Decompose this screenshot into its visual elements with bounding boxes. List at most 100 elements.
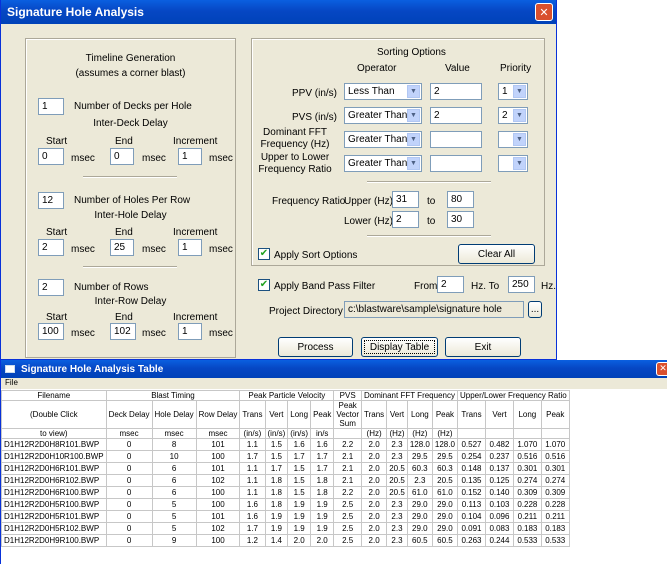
row-increment-input[interactable]: 1 (178, 323, 202, 340)
exit-button[interactable]: Exit (445, 337, 521, 357)
browse-button[interactable]: ... (528, 301, 542, 318)
ratio-value-input[interactable] (430, 155, 482, 172)
filename-cell[interactable]: D1H12R2D0H8R101.BWP (1, 438, 107, 451)
table-row[interactable]: D1H12R2D0H6R102.BWP 0 6 102 1.1 1.8 1.5 1.8 2.1 2… (1, 474, 570, 487)
ratio-operator-select[interactable]: Greater Than ▼ (344, 155, 422, 172)
fft-value-input[interactable] (430, 131, 482, 148)
filename-cell[interactable]: D1H12R2D0H5R101.BWP (1, 510, 107, 523)
display-table-button[interactable]: Display Table (361, 337, 438, 357)
ppv-priority-select[interactable]: 1 ▼ (498, 83, 528, 100)
value-cell: 1.9 (287, 498, 312, 511)
col-ratio-vert: Vert (485, 400, 514, 429)
ratio-priority-select[interactable]: ▼ (498, 155, 528, 172)
holes-per-row-label: Number of Holes Per Row (74, 195, 191, 206)
hole-end-unit: msec (142, 244, 166, 255)
chevron-down-icon[interactable]: ▼ (407, 133, 420, 146)
value-cell: 0.244 (485, 534, 514, 547)
close-icon[interactable]: ✕ (535, 3, 553, 21)
unit-deck: msec (105, 428, 153, 439)
filename-cell[interactable]: D1H12R2D0H10R100.BWP (1, 450, 107, 463)
upper-to-input[interactable]: 80 (447, 191, 474, 208)
upper-from-input[interactable]: 31 (392, 191, 419, 208)
ppv-priority-value: 1 (502, 86, 508, 97)
fft-priority-select[interactable]: ▼ (498, 131, 528, 148)
pvs-value-input[interactable]: 2 (430, 107, 482, 124)
menu-file[interactable]: File (5, 378, 18, 387)
col-fft-peak: Peak (431, 400, 458, 429)
chevron-down-icon[interactable]: ▼ (513, 109, 526, 122)
hole-end-input[interactable]: 25 (110, 239, 134, 256)
fft-operator-select[interactable]: Greater Than ▼ (344, 131, 422, 148)
pvs-priority-select[interactable]: 2 ▼ (498, 107, 528, 124)
deck-start-input[interactable]: 0 (38, 148, 64, 165)
clear-all-button[interactable]: Clear All (458, 244, 535, 264)
hole-start-input[interactable]: 2 (38, 239, 64, 256)
results-table: Filename Blast Timing Peak Particle Velo… (1, 390, 570, 547)
holes-per-row-input[interactable]: 12 (38, 192, 64, 209)
dialog-titlebar[interactable]: Signature Hole Analysis (1, 0, 556, 24)
deck-end-input[interactable]: 0 (110, 148, 134, 165)
table-row[interactable]: D1H12R2D0H5R102.BWP 0 5 102 1.7 1.9 1.9 1.9 2.5 2… (1, 522, 570, 535)
dialog-title: Signature Hole Analysis (7, 5, 144, 19)
apply-sort-checkbox[interactable]: ✔ (258, 248, 270, 260)
value-cell: 29.0 (406, 522, 433, 535)
value-cell: 2.0 (360, 486, 388, 499)
deck-increment-unit: msec (209, 153, 233, 164)
col-pvs: Peak Vector Sum (333, 400, 362, 429)
table-row[interactable]: D1H12R2D0H5R100.BWP 0 5 100 1.6 1.8 1.9 1.9 2.5 2… (1, 498, 570, 511)
col-hole-delay: Hole Delay (151, 400, 197, 429)
row-start-input[interactable]: 100 (38, 323, 64, 340)
divider (83, 176, 177, 178)
inter-deck-delay-title: Inter-Deck Delay (93, 118, 168, 129)
value-cell: 1.5 (264, 438, 289, 451)
ppv-operator-select[interactable]: Less Than ▼ (344, 83, 422, 100)
filename-cell[interactable]: D1H12R2D0H6R100.BWP (1, 486, 107, 499)
chevron-down-icon[interactable]: ▼ (407, 157, 420, 170)
chevron-down-icon[interactable]: ▼ (513, 157, 526, 170)
process-button[interactable]: Process (278, 337, 353, 357)
filename-cell[interactable]: D1H12R2D0H5R100.BWP (1, 498, 107, 511)
chevron-down-icon[interactable]: ▼ (407, 85, 420, 98)
table-row[interactable]: D1H12R2D0H6R100.BWP 0 6 100 1.1 1.8 1.5 1.8 2.2 2… (1, 486, 570, 499)
rows-input[interactable]: 2 (38, 279, 64, 296)
pvs-operator-select[interactable]: Greater Than ▼ (344, 107, 422, 124)
filename-cell[interactable]: D1H12R2D0H6R101.BWP (1, 462, 107, 475)
deck-increment-input[interactable]: 1 (178, 148, 202, 165)
filename-cell[interactable]: D1H12R2D0H9R100.BWP (1, 534, 107, 547)
table-row[interactable]: D1H12R2D0H8R101.BWP 0 8 101 1.1 1.5 1.6 1.6 2.2 2… (1, 438, 570, 451)
band-pass-to-input[interactable]: 250 (508, 276, 535, 293)
hole-end-label: End (115, 227, 133, 238)
value-cell: 2.0 (360, 522, 388, 535)
filename-cell[interactable]: D1H12R2D0H6R102.BWP (1, 474, 107, 487)
table-window-titlebar[interactable]: Signature Hole Analysis Table (1, 360, 667, 378)
value-cell: 0.533 (540, 534, 570, 547)
row-increment-label: Increment (173, 312, 218, 323)
decks-per-hole-input[interactable]: 1 (38, 98, 64, 115)
lower-to-input[interactable]: 30 (447, 211, 474, 228)
hole-increment-input[interactable]: 1 (178, 239, 202, 256)
chevron-down-icon[interactable]: ▼ (407, 109, 420, 122)
row-end-input[interactable]: 102 (110, 323, 136, 340)
value-cell: 1.9 (310, 510, 335, 523)
chevron-down-icon[interactable]: ▼ (513, 85, 526, 98)
lower-from-input[interactable]: 2 (392, 211, 419, 228)
filename-cell[interactable]: D1H12R2D0H5R102.BWP (1, 522, 107, 535)
value-cell: 101 (195, 510, 241, 523)
value-cell: 1.6 (287, 438, 312, 451)
value-cell: 128.0 (406, 438, 433, 451)
value-cell: 0 (105, 438, 153, 451)
table-row[interactable]: D1H12R2D0H6R101.BWP 0 6 101 1.1 1.7 1.5 1.7 2.1 2… (1, 462, 570, 475)
value-cell: 2.3 (386, 450, 408, 463)
band-pass-checkbox[interactable]: ✔ (258, 279, 270, 291)
chevron-down-icon[interactable]: ▼ (513, 133, 526, 146)
value-cell: 6 (151, 474, 197, 487)
table-close-icon[interactable]: ✕ (656, 362, 667, 376)
table-row[interactable]: D1H12R2D0H5R101.BWP 0 5 101 1.6 1.9 1.9 1.9 2.5 2… (1, 510, 570, 523)
band-pass-from-input[interactable]: 2 (437, 276, 464, 293)
value-cell: 29.5 (431, 450, 458, 463)
table-row[interactable]: D1H12R2D0H10R100.BWP 0 10 100 1.7 1.5 1.7 1.7 2.… (1, 450, 570, 463)
table-row[interactable]: D1H12R2D0H9R100.BWP 0 9 100 1.2 1.4 2.0 2.0 2.5 2… (1, 534, 570, 547)
ppv-value-input[interactable]: 2 (430, 83, 482, 100)
project-directory-input[interactable]: c:\blastware\sample\signature hole (344, 301, 524, 318)
col-ppv-peak: Peak (310, 400, 335, 429)
